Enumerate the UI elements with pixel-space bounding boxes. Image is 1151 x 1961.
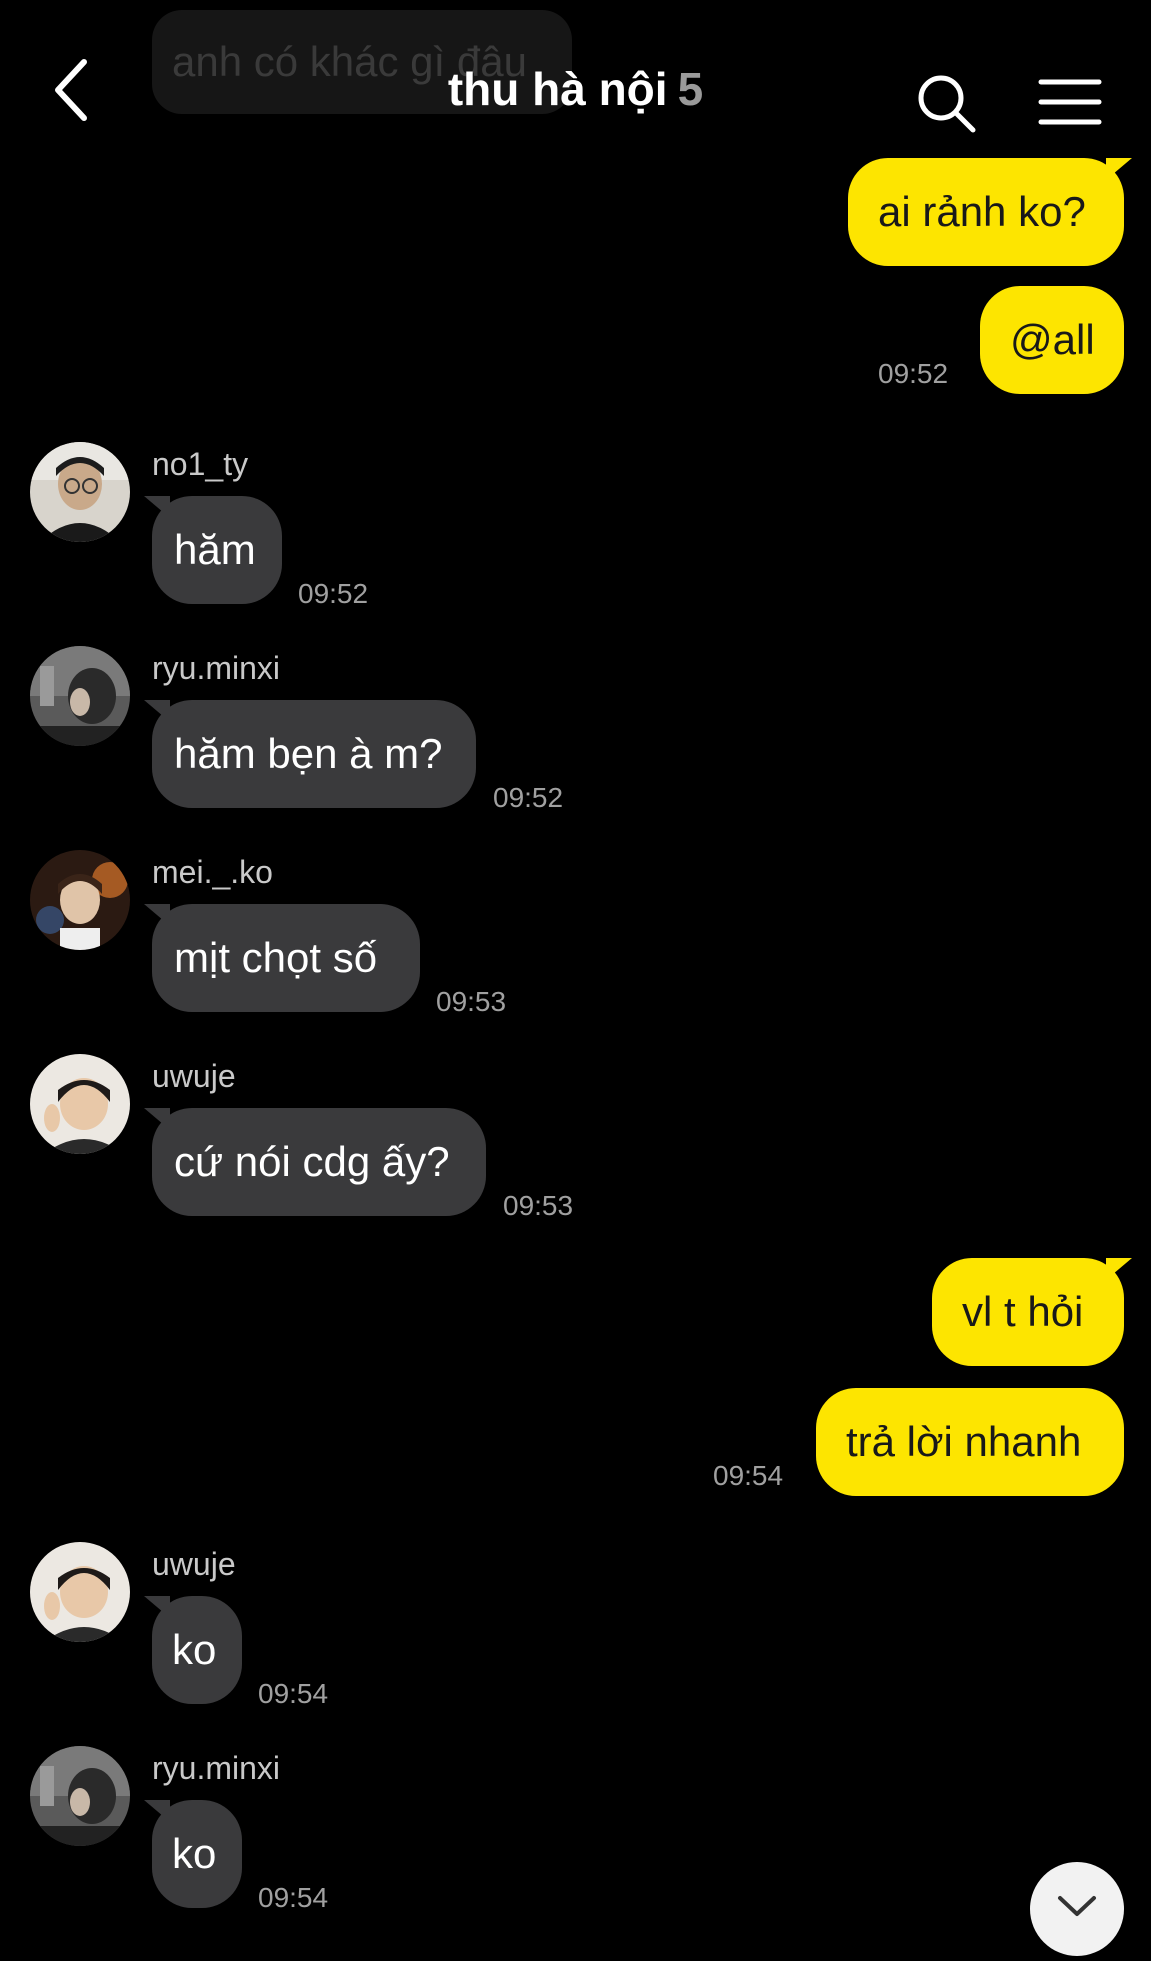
- avatar-photo-icon: [30, 442, 130, 542]
- menu-button[interactable]: [1035, 74, 1105, 130]
- message-time: 09:52: [878, 358, 949, 389]
- my-message-bubble[interactable]: @all: [980, 286, 1124, 394]
- avatar-photo-icon: [30, 1054, 130, 1154]
- message-time: 09:54: [258, 1678, 329, 1709]
- their-message-bubble[interactable]: cứ nói cdg ấy?: [144, 1108, 486, 1216]
- avatar[interactable]: [30, 646, 130, 746]
- message-text: mịt chọt số: [174, 934, 378, 981]
- hamburger-menu-icon: [1038, 79, 1102, 125]
- their-message-bubble[interactable]: ko: [144, 1800, 242, 1908]
- chevron-down-icon: [1058, 1896, 1096, 1916]
- sender-name: uwuje: [152, 1546, 236, 1582]
- member-count: 5: [677, 63, 704, 115]
- avatar[interactable]: [30, 1542, 130, 1642]
- my-message-bubble[interactable]: vl t hỏi: [932, 1258, 1132, 1366]
- message-time: 09:53: [503, 1190, 574, 1221]
- message-text: trả lời nhanh: [846, 1418, 1082, 1465]
- their-message-bubble[interactable]: hăm bẹn à m?: [144, 700, 476, 808]
- message-text: vl t hỏi: [962, 1288, 1084, 1335]
- sender-name: ryu.minxi: [152, 1750, 281, 1786]
- avatar[interactable]: [30, 442, 130, 542]
- their-message-bubble[interactable]: ko: [144, 1596, 242, 1704]
- avatar-photo-icon: [30, 1746, 130, 1846]
- message-text: hăm: [174, 526, 256, 573]
- my-message-bubble[interactable]: trả lời nhanh: [816, 1388, 1124, 1496]
- avatar[interactable]: [30, 850, 130, 950]
- message-text: ko: [172, 1626, 217, 1673]
- avatar-photo-icon: [30, 1542, 130, 1642]
- avatar[interactable]: [30, 1746, 130, 1846]
- search-icon: [918, 75, 976, 133]
- sender-name: uwuje: [152, 1058, 236, 1094]
- avatar[interactable]: [30, 1054, 130, 1154]
- message-time: 09:52: [298, 578, 369, 609]
- sender-name: ryu.minxi: [152, 650, 281, 686]
- message-time: 09:54: [713, 1460, 784, 1491]
- avatar-photo-icon: [30, 646, 130, 746]
- chat-name: thu hà nội: [447, 63, 668, 115]
- their-message-bubble[interactable]: hăm: [144, 496, 282, 604]
- message-time: 09:52: [493, 782, 564, 813]
- message-text: cứ nói cdg ấy?: [174, 1138, 450, 1185]
- message-text: @all: [1010, 316, 1095, 363]
- message-text: ko: [172, 1830, 217, 1877]
- message-time: 09:53: [436, 986, 507, 1017]
- avatar-photo-icon: [30, 850, 130, 950]
- message-text: ai rảnh ko?: [878, 188, 1086, 235]
- sender-name: mei._.ko: [152, 854, 273, 890]
- their-message-bubble[interactable]: mịt chọt số: [144, 904, 420, 1012]
- my-message-bubble[interactable]: ai rảnh ko?: [848, 158, 1132, 266]
- message-text: hăm bẹn à m?: [174, 730, 443, 777]
- sender-name: no1_ty: [152, 446, 249, 482]
- scroll-to-bottom-button[interactable]: [1030, 1862, 1124, 1956]
- search-button[interactable]: [915, 72, 979, 136]
- message-time: 09:54: [258, 1882, 329, 1913]
